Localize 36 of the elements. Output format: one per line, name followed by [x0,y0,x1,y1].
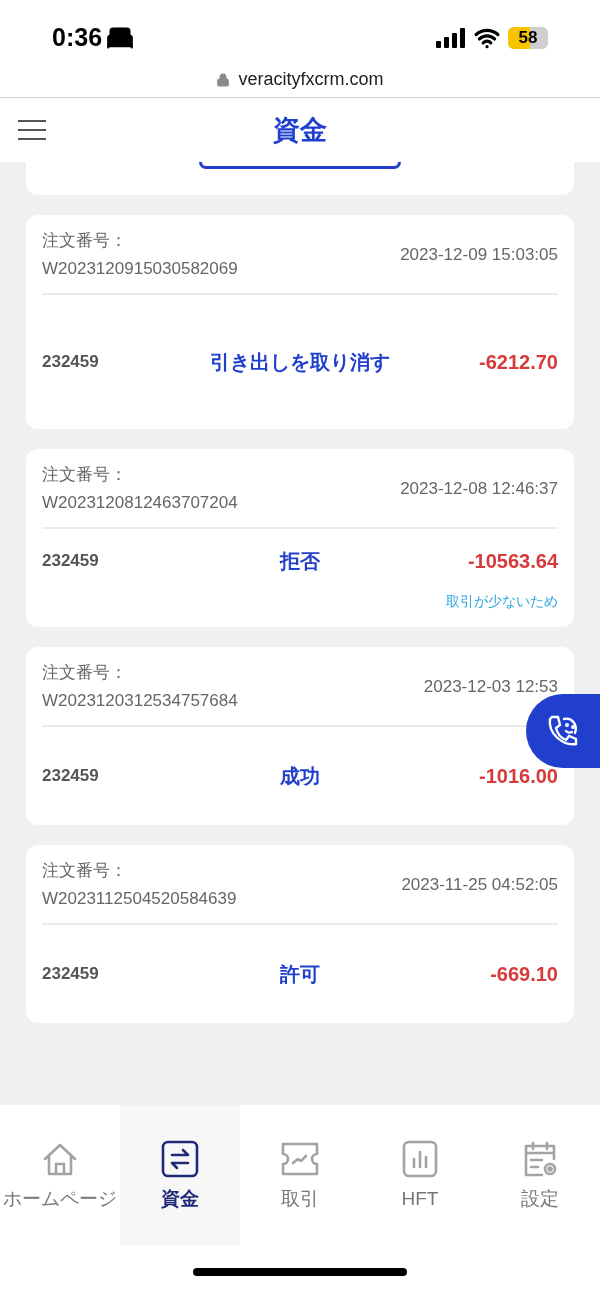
exchange-arrows-icon [160,1139,200,1179]
order-status: 引き出しを取り消す [209,350,391,375]
account-number: 232459 [42,549,100,572]
order-status: 許可 [279,962,321,987]
order-number-label: 注文番号： [42,464,128,486]
order-date: 2023-12-03 12:53 [423,676,558,699]
support-chat-button[interactable] [526,694,600,768]
cut-off-button[interactable] [199,162,401,169]
url-text: veracityfxcrm.com [238,68,384,91]
order-number-label: 注文番号： [42,662,128,684]
menu-icon[interactable] [18,119,46,141]
order-number: W2023112504520584639 [42,888,237,910]
order-note: 取引が少ないため [446,591,558,611]
order-number-label: 注文番号： [42,230,128,252]
order-date: 2023-11-25 04:52:05 [401,874,558,897]
order-amount: -10563.64 [466,548,558,574]
order-status: 拒否 [278,548,321,574]
order-amount: -669.10 [489,962,558,987]
order-date: 2023-12-08 12:46:37 [400,478,558,501]
account-number: 232459 [42,765,100,788]
order-status: 成功 [279,764,321,789]
order-amount: -1016.00 [478,764,558,789]
page-title: 資金 [273,113,327,147]
lock-icon [216,72,231,87]
order-number: W2023120812463707204 [42,492,238,514]
nav-tab[interactable]: 資金 [120,1105,240,1245]
order-date: 2023-12-09 15:03:05 [400,244,558,267]
bar-chart-icon [400,1139,440,1179]
account-number: 232459 [42,963,100,986]
clock-time: 0:36 [52,22,103,54]
order-number: W2023120915030582069 [42,258,238,280]
order-number: W2023120312534757684 [42,690,238,712]
order-number-label: 注文番号： [42,860,128,882]
signal-icon [436,28,466,48]
order-amount: -6212.70 [478,350,558,375]
account-number: 232459 [42,351,100,374]
